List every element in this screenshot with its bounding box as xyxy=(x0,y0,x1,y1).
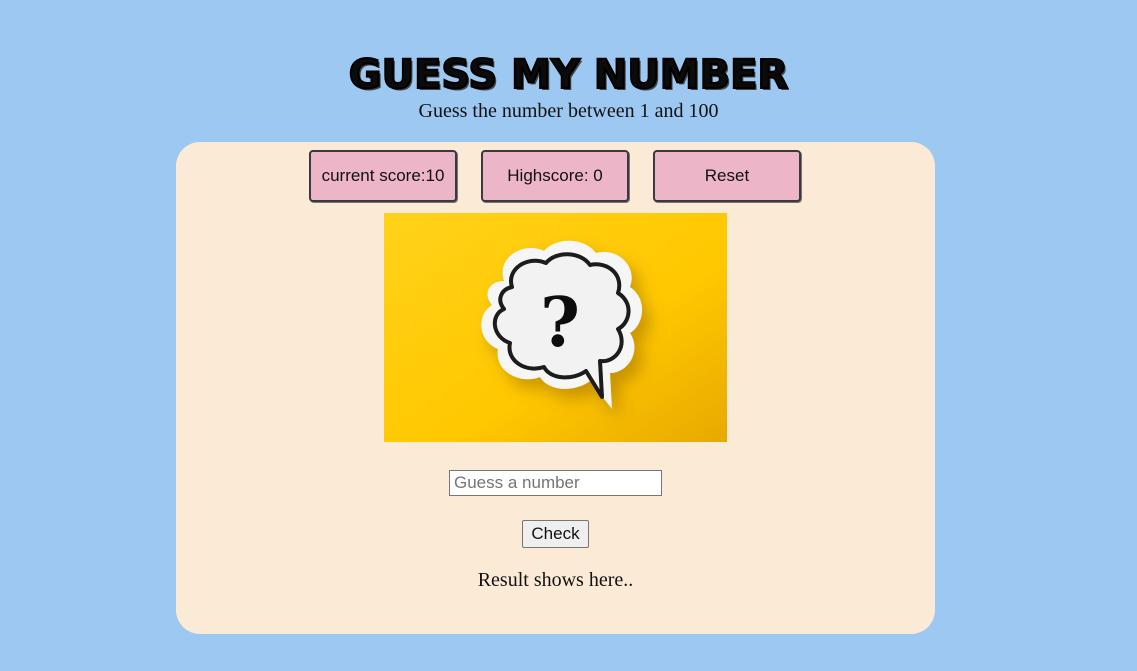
highscore-button[interactable]: Highscore: 0 xyxy=(481,150,629,202)
guess-number-input[interactable] xyxy=(449,470,662,496)
current-score-button[interactable]: current score:10 xyxy=(309,150,457,202)
game-instructions: Guess the number between 1 and 100 xyxy=(418,100,719,122)
svg-text:?: ? xyxy=(540,283,580,363)
game-title: GUESS MY NUMBER xyxy=(348,51,789,98)
result-message: Result shows here.. xyxy=(477,569,634,591)
game-card: current score:10 Highscore: 0 Reset ? Ch… xyxy=(176,142,935,634)
check-button[interactable]: Check xyxy=(522,520,589,548)
reset-button[interactable]: Reset xyxy=(653,150,801,202)
question-bubble-image: ? xyxy=(384,213,727,442)
